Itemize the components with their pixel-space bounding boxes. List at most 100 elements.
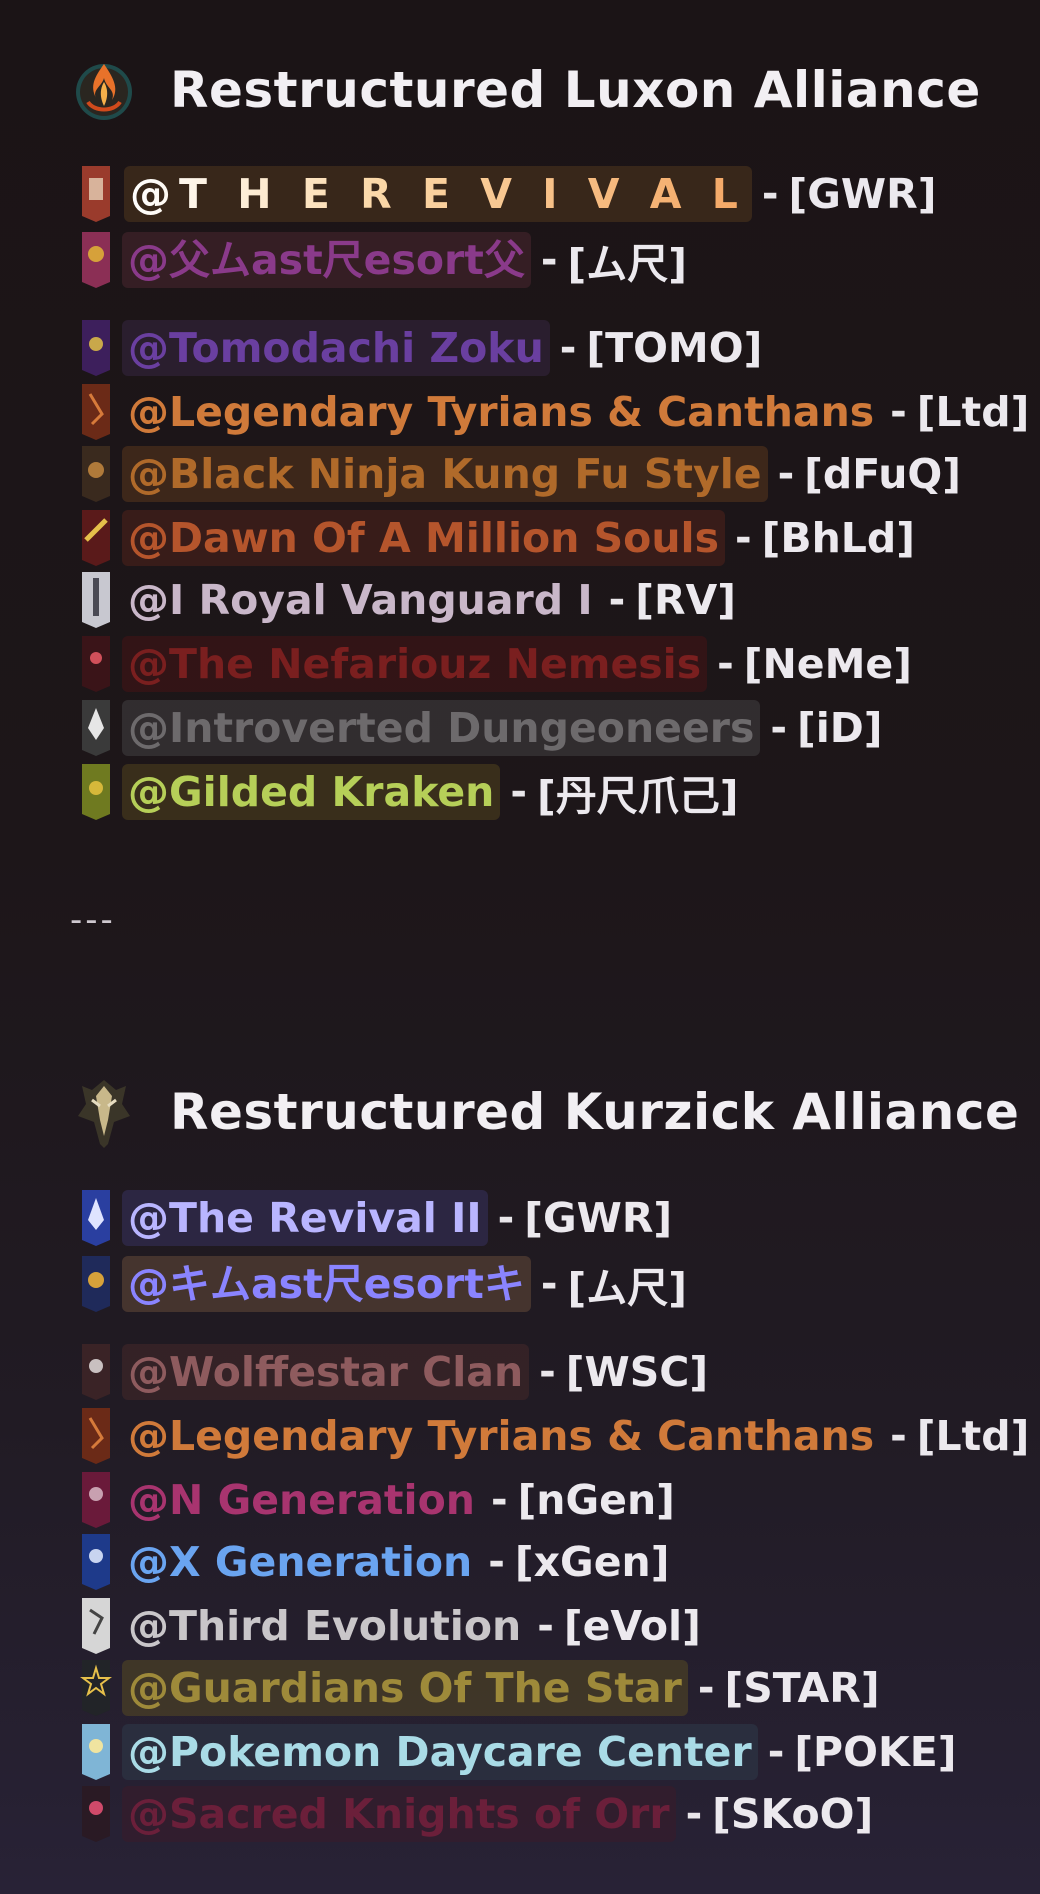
guild-mention-link[interactable]: @Gilded Kraken	[122, 764, 501, 820]
guild-mention-link[interactable]: @X Generation	[122, 1534, 478, 1590]
guild-banner-icon	[82, 1190, 110, 1246]
separator-dash: -	[497, 1195, 515, 1241]
guild-tag: [dFuQ]	[804, 450, 962, 498]
guild-mention-link[interactable]: @The Revival II	[122, 1190, 488, 1246]
separator-dash: -	[685, 1791, 703, 1837]
guild-banner-icon	[82, 510, 110, 566]
guild-banner-icon	[82, 1598, 110, 1654]
separator-dash: -	[490, 1477, 508, 1523]
guild-tag: [TOMO]	[586, 324, 763, 372]
section-divider: ---	[70, 900, 116, 940]
guild-banner-icon	[82, 764, 110, 820]
luxon-guild-row: @父ムast尺esort父 - [ム尺]	[80, 232, 687, 288]
kurzick-guild-row: @The Revival II - [GWR]	[80, 1190, 672, 1246]
kurzick-guild-row: @Wolffestar Clan - [WSC]	[80, 1344, 708, 1400]
guild-mention-link[interactable]: @Third Evolution	[122, 1598, 527, 1654]
guild-banner-icon	[82, 232, 110, 288]
separator-dash: -	[761, 171, 779, 217]
kurzick-section-header: Restructured Kurzick Alliance	[70, 1078, 1020, 1148]
guild-tag: [丹尺爪己]	[536, 772, 739, 820]
guild-mention-link[interactable]: @キムast尺esortキ	[122, 1256, 531, 1312]
guild-tag: [eVol]	[563, 1602, 701, 1650]
guild-tag: [GWR]	[524, 1194, 673, 1242]
guild-mention-link[interactable]: @Introverted Dungeoneers	[122, 700, 761, 756]
separator-dash: -	[537, 1603, 554, 1649]
luxon-guild-row: @The Nefariouz Nemesis - [NeMe]	[80, 636, 912, 692]
guild-tag: [GWR]	[788, 170, 937, 218]
kurzick-guild-row: @X Generation - [xGen]	[80, 1534, 669, 1590]
separator-dash: -	[608, 577, 626, 623]
guild-tag: [RV]	[635, 576, 737, 624]
guild-tag: [SKoO]	[712, 1790, 874, 1838]
separator-dash: -	[488, 1539, 505, 1585]
luxon-guild-row: @Black Ninja Kung Fu Style - [dFuQ]	[80, 446, 961, 502]
guild-mention-link[interactable]: @Black Ninja Kung Fu Style	[122, 446, 768, 502]
separator-dash: -	[890, 1413, 907, 1459]
guild-tag: [Ltd]	[916, 388, 1030, 436]
guild-banner-icon	[80, 1660, 112, 1716]
separator-dash: -	[697, 1665, 715, 1711]
separator-dash: -	[559, 325, 577, 371]
luxon-guild-row: @Dawn Of A Million Souls - [BhLd]	[80, 510, 915, 566]
luxon-guild-row: @Gilded Kraken - [丹尺爪己]	[80, 764, 738, 820]
guild-mention-link[interactable]: @Guardians Of The Star	[122, 1660, 688, 1716]
kurzick-guild-row: @Legendary Tyrians & Canthans - [Ltd]	[80, 1408, 1029, 1464]
separator-dash: -	[540, 237, 558, 283]
separator-dash: -	[777, 451, 795, 497]
guild-tag: [STAR]	[724, 1664, 880, 1712]
guild-banner-icon	[82, 166, 110, 222]
guild-mention-link[interactable]: @I Royal Vanguard I	[122, 572, 599, 628]
kurzick-wolf-emblem-icon	[70, 1078, 138, 1148]
guild-banner-icon	[82, 1408, 110, 1464]
kurzick-guild-row: @Guardians Of The Star - [STAR]	[80, 1660, 880, 1716]
separator-dash: -	[510, 769, 527, 815]
guild-mention-link[interactable]: @Tomodachi Zoku	[122, 320, 550, 376]
separator-dash: -	[770, 705, 787, 751]
guild-banner-icon	[82, 1256, 110, 1312]
guild-banner-icon	[82, 320, 110, 376]
guild-mention-link[interactable]: @Legendary Tyrians & Canthans	[122, 1408, 880, 1464]
guild-mention-link[interactable]: @父ムast尺esort父	[122, 232, 531, 288]
luxon-section-title: Restructured Luxon Alliance	[170, 61, 981, 119]
luxon-section-header: Restructured Luxon Alliance	[70, 56, 981, 124]
guild-tag: [ム尺]	[567, 1264, 687, 1312]
guild-mention-link[interactable]: @Pokemon Daycare Center	[122, 1724, 758, 1780]
guild-banner-icon	[82, 446, 110, 502]
guild-banner-icon	[82, 636, 110, 692]
luxon-guild-row: @Legendary Tyrians & Canthans - [Ltd]	[80, 384, 1029, 440]
kurzick-guild-row: @キムast尺esortキ - [ム尺]	[80, 1256, 687, 1312]
kurzick-section-title: Restructured Kurzick Alliance	[170, 1083, 1020, 1141]
guild-banner-icon	[82, 1472, 110, 1528]
guild-mention-link[interactable]: @N Generation	[122, 1472, 481, 1528]
kurzick-guild-row: @Sacred Knights of Orr - [SKoO]	[80, 1786, 873, 1842]
guild-tag: [Ltd]	[916, 1412, 1030, 1460]
guild-banner-icon	[82, 1786, 110, 1842]
luxon-guild-row: @Introverted Dungeoneers - [iD]	[80, 700, 883, 756]
guild-tag: [ム尺]	[567, 240, 687, 288]
separator-dash: -	[540, 1261, 558, 1307]
guild-banner-icon	[82, 1724, 110, 1780]
guild-banner-icon	[82, 700, 110, 756]
guild-mention-link[interactable]: @The Nefariouz Nemesis	[122, 636, 708, 692]
guild-tag: [nGen]	[517, 1476, 675, 1524]
separator-dash: -	[539, 1349, 556, 1395]
guild-mention-link[interactable]: @Dawn Of A Million Souls	[122, 510, 725, 566]
guild-banner-icon	[82, 1534, 110, 1590]
guild-mention-link[interactable]: @Sacred Knights of Orr	[122, 1786, 676, 1842]
guild-tag: [POKE]	[794, 1728, 957, 1776]
kurzick-guild-row: @Pokemon Daycare Center - [POKE]	[80, 1724, 956, 1780]
separator-dash: -	[890, 389, 907, 435]
luxon-guild-row: @Tomodachi Zoku - [TOMO]	[80, 320, 762, 376]
separator-dash: -	[717, 641, 734, 687]
guild-mention-link[interactable]: @Wolffestar Clan	[122, 1344, 530, 1400]
guild-tag: [xGen]	[514, 1538, 670, 1586]
guild-tag: [iD]	[796, 704, 883, 752]
luxon-guild-row: @I Royal Vanguard I - [RV]	[80, 572, 736, 628]
luxon-guild-row: @T H E R E V I V A L - [GWR]	[80, 166, 936, 222]
separator-dash: -	[767, 1729, 785, 1775]
guild-mention-link[interactable]: @T H E R E V I V A L	[124, 166, 752, 222]
guild-tag: [WSC]	[565, 1348, 709, 1396]
guild-mention-link[interactable]: @Legendary Tyrians & Canthans	[122, 384, 880, 440]
kurzick-guild-row: @Third Evolution - [eVol]	[80, 1598, 701, 1654]
luxon-flame-emblem-icon	[70, 56, 138, 124]
